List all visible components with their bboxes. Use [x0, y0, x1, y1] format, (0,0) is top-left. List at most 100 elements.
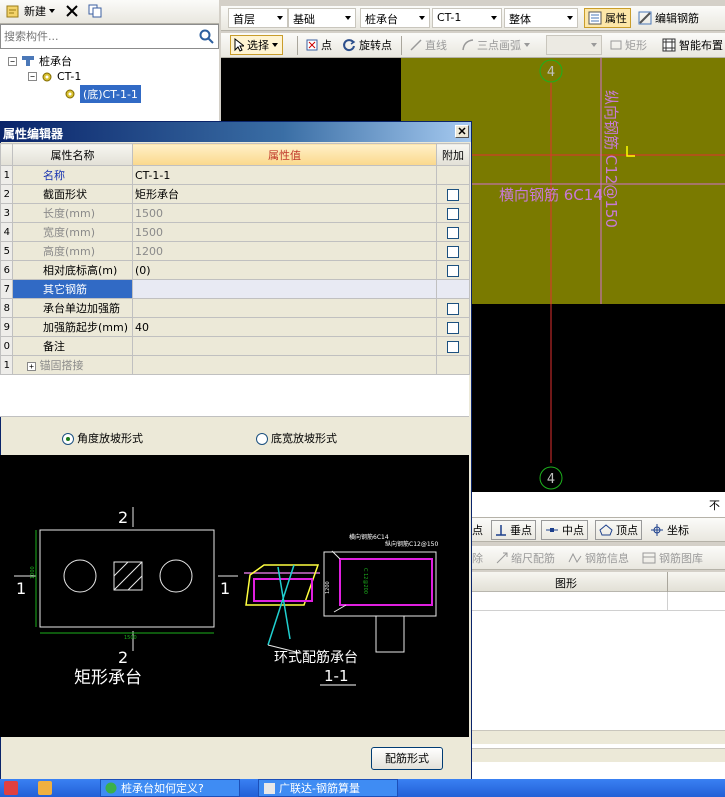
- select-button[interactable]: 选择: [230, 35, 283, 55]
- separator: [667, 572, 668, 592]
- extra-checkbox[interactable]: [447, 321, 459, 334]
- scale-rebar-button[interactable]: 缩尺配筋: [493, 548, 558, 568]
- table-row[interactable]: [469, 592, 725, 611]
- extra-cell: [436, 298, 470, 318]
- horizontal-scrollbar[interactable]: [469, 748, 725, 762]
- dialog-titlebar[interactable]: 属性编辑器: [1, 122, 471, 142]
- task-item-help[interactable]: 桩承台如何定义?: [100, 779, 240, 797]
- task-item-app[interactable]: 广联达-钢筋算量: [258, 779, 398, 797]
- property-name-cell[interactable]: + 锚固搭接: [12, 355, 133, 375]
- radio-width-option[interactable]: 底宽放坡形式: [256, 430, 337, 446]
- smart-layout-button[interactable]: 智能布置: [659, 35, 725, 55]
- property-name: 名称: [12, 165, 133, 185]
- rebar-table: 图形: [469, 572, 725, 779]
- property-value[interactable]: [132, 336, 437, 356]
- line-button[interactable]: 直线: [407, 35, 450, 55]
- property-value[interactable]: CT-1-1: [132, 165, 437, 185]
- table-row[interactable]: 4 宽度(mm) 1500: [0, 222, 470, 242]
- rotate-point-button[interactable]: 旋转点: [339, 35, 395, 55]
- property-value[interactable]: 1500: [132, 222, 437, 242]
- rebar-form-button[interactable]: 配筋形式: [371, 747, 443, 770]
- category-select[interactable]: 基础: [288, 8, 356, 28]
- property-name: 宽度(mm): [12, 222, 133, 242]
- radio-width[interactable]: [256, 433, 268, 445]
- snap-perp-button[interactable]: 垂点: [491, 520, 536, 540]
- radio-angle[interactable]: [62, 433, 74, 445]
- radio-angle-label: 角度放坡形式: [77, 432, 143, 445]
- extra-checkbox[interactable]: [447, 207, 459, 220]
- component-tree: − 桩承台 − CT-1 (底)CT-1-1: [0, 49, 219, 121]
- tray-icon[interactable]: [4, 781, 18, 795]
- extra-checkbox[interactable]: [447, 188, 459, 201]
- rebar-library-button[interactable]: 钢筋图库: [639, 548, 706, 568]
- chevron-down-icon: [49, 8, 55, 13]
- row-number: 1: [0, 355, 13, 375]
- property-value[interactable]: 矩形承台: [132, 184, 437, 204]
- property-value[interactable]: [132, 279, 437, 299]
- table-row[interactable]: 2 截面形状 矩形承台: [0, 184, 470, 204]
- radio-angle-option[interactable]: 角度放坡形式: [62, 430, 143, 446]
- col-shape-header: 图形: [555, 577, 577, 590]
- arc-option-select[interactable]: [546, 35, 602, 55]
- tree-node-leaf[interactable]: (底)CT-1-1: [64, 85, 141, 103]
- rect-button[interactable]: 矩形: [607, 35, 650, 55]
- table-row[interactable]: 3 长度(mm) 1500: [0, 203, 470, 223]
- scope-select[interactable]: 整体: [504, 8, 578, 28]
- separator: [667, 592, 668, 611]
- collapse-icon[interactable]: −: [28, 72, 37, 81]
- snap-mid-button[interactable]: 中点: [541, 520, 588, 540]
- table-row[interactable]: 1 名称 CT-1-1: [0, 165, 470, 185]
- table-row[interactable]: 5 高度(mm) 1200: [0, 241, 470, 261]
- arc-button[interactable]: 三点画弧: [459, 35, 534, 55]
- extra-checkbox[interactable]: [447, 226, 459, 239]
- col-value-header: 属性值: [132, 143, 437, 166]
- tree-node-child[interactable]: − CT-1: [28, 70, 81, 83]
- floor-select[interactable]: 首层: [228, 8, 288, 28]
- horizontal-scrollbar[interactable]: [469, 730, 725, 744]
- table-row[interactable]: 6 相对底标高(m) (0): [0, 260, 470, 280]
- table-row[interactable]: 9 加强筋起步(mm) 40: [0, 317, 470, 337]
- property-value[interactable]: 1500: [132, 203, 437, 223]
- rebar-toolbar: 除 缩尺配筋 钢筋信息 钢筋图库: [469, 546, 725, 570]
- tree-node-root[interactable]: − 桩承台: [8, 53, 72, 69]
- delete-button[interactable]: [62, 1, 82, 21]
- row-number-header: [0, 143, 13, 166]
- dim-side: 1200: [325, 581, 331, 594]
- property-value[interactable]: (0): [132, 260, 437, 280]
- property-value[interactable]: 40: [132, 317, 437, 337]
- tray-icon[interactable]: [38, 781, 52, 795]
- property-value[interactable]: 1200: [132, 241, 437, 261]
- section-id: 1-1: [324, 667, 349, 685]
- copy-button[interactable]: [84, 1, 106, 21]
- property-value[interactable]: [132, 355, 437, 375]
- close-button[interactable]: [455, 125, 469, 138]
- table-row[interactable]: 0 备注: [0, 336, 470, 356]
- extra-checkbox[interactable]: [447, 340, 459, 353]
- snap-coord-button[interactable]: 坐标: [647, 520, 692, 540]
- extra-checkbox[interactable]: [447, 264, 459, 277]
- midpoint-icon: [546, 528, 558, 532]
- member-select[interactable]: CT-1: [432, 8, 502, 28]
- property-name: 备注: [12, 336, 133, 356]
- table-row[interactable]: 8 承台单边加强筋: [0, 298, 470, 318]
- property-value[interactable]: [132, 298, 437, 318]
- rotate-icon: [343, 39, 356, 52]
- search-input[interactable]: [4, 27, 192, 45]
- edit-rebar-button[interactable]: 编辑钢筋: [635, 8, 702, 28]
- collapse-icon[interactable]: −: [8, 56, 17, 66]
- point-button[interactable]: 点: [303, 35, 335, 55]
- plan-title: 矩形承台: [74, 668, 142, 688]
- browser-icon: [105, 782, 117, 793]
- search-icon[interactable]: [199, 29, 214, 44]
- expand-icon[interactable]: +: [27, 361, 36, 371]
- table-row[interactable]: 7 其它钢筋: [0, 279, 470, 299]
- row-number: 7: [0, 279, 13, 299]
- extra-checkbox[interactable]: [447, 245, 459, 258]
- rebar-info-button[interactable]: 钢筋信息: [565, 548, 632, 568]
- snap-vertex-button[interactable]: 顶点: [595, 520, 642, 540]
- extra-checkbox[interactable]: [447, 302, 459, 315]
- properties-button[interactable]: 属性: [584, 8, 631, 28]
- table-row[interactable]: 1 + 锚固搭接: [0, 355, 470, 375]
- new-button[interactable]: 新建: [2, 1, 59, 21]
- type-select[interactable]: 桩承台: [360, 8, 430, 28]
